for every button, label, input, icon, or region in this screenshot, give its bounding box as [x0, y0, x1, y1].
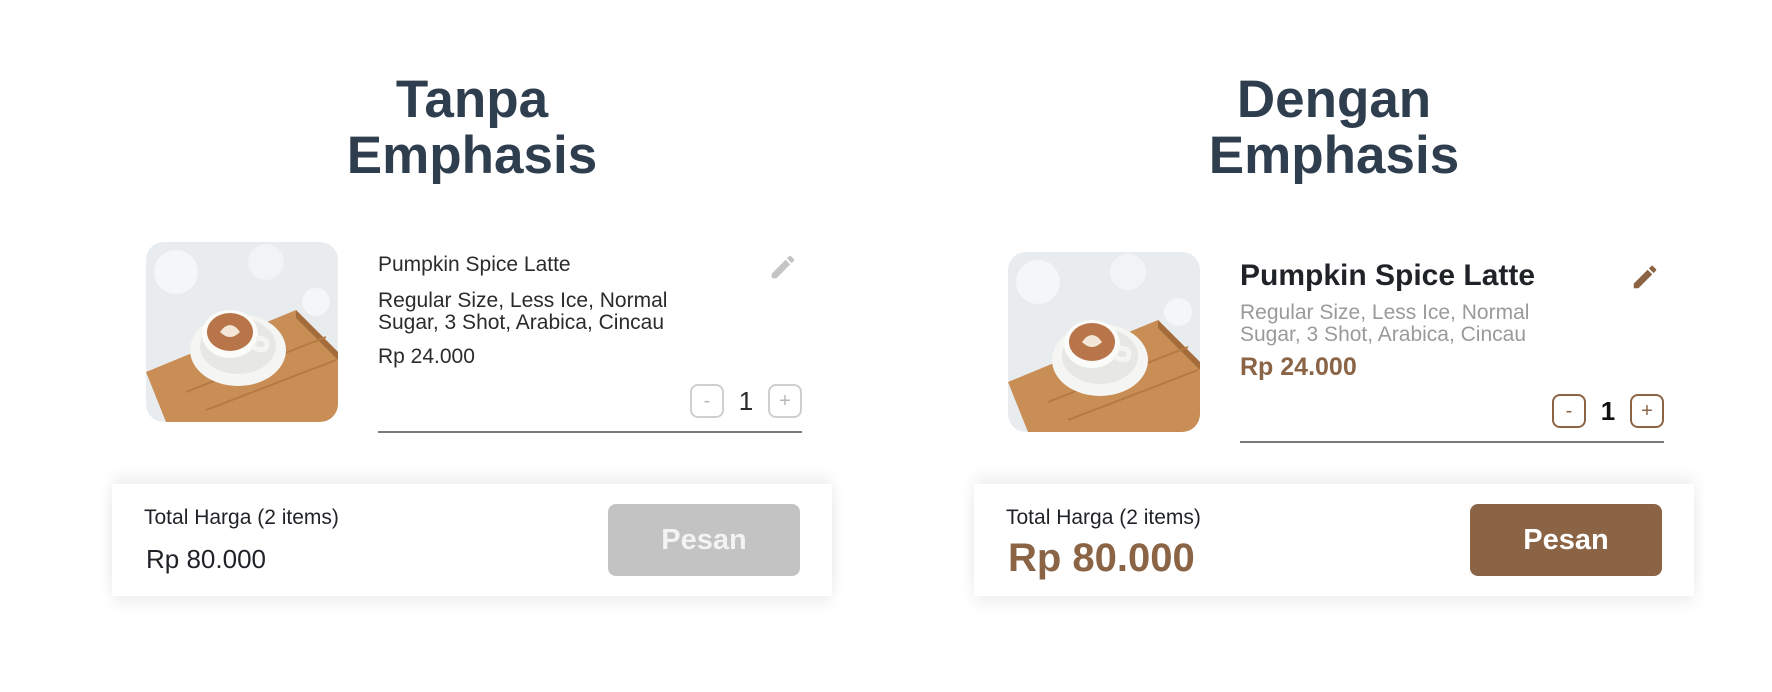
total-price: Rp 80.000 — [146, 544, 266, 574]
decrease-quantity-button[interactable]: - — [1552, 394, 1586, 428]
product-image — [146, 242, 338, 422]
product-image — [1008, 252, 1200, 432]
increase-quantity-button[interactable]: + — [1630, 394, 1664, 428]
quantity-value: 1 — [738, 385, 754, 416]
decrease-quantity-button[interactable]: - — [690, 384, 724, 418]
product-price: Rp 24.000 — [378, 345, 475, 368]
cart-item-details: Pumpkin Spice Latte Regular Size, Less I… — [378, 252, 802, 433]
quantity-stepper: - 1 + — [690, 384, 802, 418]
pencil-icon[interactable] — [768, 252, 798, 282]
product-name: Pumpkin Spice Latte — [1240, 259, 1536, 292]
product-options: Regular Size, Less Ice, Normal Sugar, 3 … — [1240, 301, 1530, 346]
total-label: Total Harga (2 items) — [144, 506, 339, 529]
cart-item-details: Pumpkin Spice Latte Regular Size, Less I… — [1240, 258, 1664, 443]
product-name: Pumpkin Spice Latte — [378, 253, 571, 276]
item-divider — [1240, 441, 1664, 443]
checkout-bar: Total Harga (2 items) Rp 80.000 Pesan — [974, 484, 1694, 596]
product-options: Regular Size, Less Ice, Normal Sugar, 3 … — [378, 289, 668, 334]
product-price: Rp 24.000 — [1240, 353, 1357, 381]
quantity-stepper: - 1 + — [1552, 394, 1664, 428]
total-price: Rp 80.000 — [1008, 536, 1195, 580]
panel-without-emphasis: Tanpa Emphasis Pumpkin Spice Latte Regul… — [112, 0, 832, 692]
order-button[interactable]: Pesan — [1470, 504, 1662, 576]
panel-title: Dengan Emphasis — [1208, 70, 1460, 185]
item-divider — [378, 431, 802, 433]
order-button[interactable]: Pesan — [608, 504, 800, 576]
panel-title: Tanpa Emphasis — [346, 70, 598, 185]
total-label: Total Harga (2 items) — [1006, 506, 1201, 529]
pencil-icon[interactable] — [1630, 262, 1660, 292]
quantity-value: 1 — [1600, 395, 1616, 426]
checkout-bar: Total Harga (2 items) Rp 80.000 Pesan — [112, 484, 832, 596]
panel-with-emphasis: Dengan Emphasis Pumpkin Spice Latte Regu… — [974, 0, 1694, 692]
increase-quantity-button[interactable]: + — [768, 384, 802, 418]
